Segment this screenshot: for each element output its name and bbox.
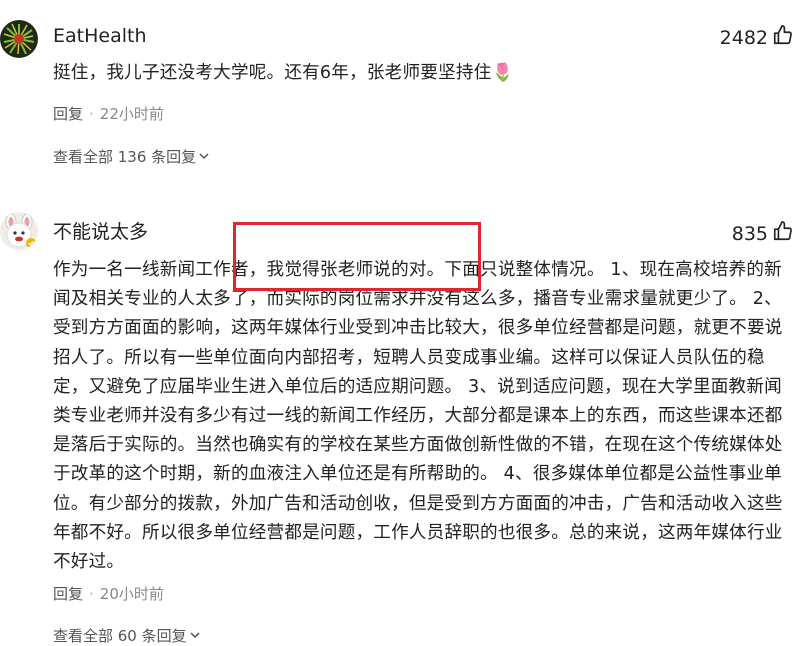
avatar[interactable] bbox=[0, 20, 38, 58]
like-count: 2482 bbox=[719, 27, 768, 49]
reply-button[interactable]: 回复 bbox=[53, 105, 83, 123]
thumbs-up-icon bbox=[772, 220, 794, 248]
like-button[interactable]: 835 bbox=[732, 220, 794, 248]
username[interactable]: EatHealth bbox=[53, 24, 147, 48]
separator-dot: · bbox=[89, 585, 94, 603]
chevron-down-icon bbox=[189, 626, 201, 646]
highlight-annotation-box bbox=[233, 222, 481, 291]
comment-text: 挺住，我儿子还没考大学呢。还有6年，张老师要坚持住🌷 bbox=[53, 63, 514, 83]
separator-dot: · bbox=[89, 105, 94, 123]
comment-meta: 回复 · 20小时前 bbox=[53, 584, 164, 604]
avatar[interactable] bbox=[0, 212, 38, 250]
comment-meta: 回复 · 22小时前 bbox=[53, 104, 164, 124]
username[interactable]: 不能说太多 bbox=[53, 220, 148, 244]
reply-button[interactable]: 回复 bbox=[53, 585, 83, 603]
timestamp: 22小时前 bbox=[99, 105, 164, 123]
view-all-label: 查看全部 60 条回复 bbox=[53, 627, 187, 645]
view-all-replies-link[interactable]: 查看全部 60 条回复 bbox=[53, 626, 201, 646]
comment-text: 作为一名一线新闻工作者，我觉得张老师说的对。下面只说整体情况。 1、现在高校培养… bbox=[53, 260, 783, 573]
thumbs-up-icon bbox=[772, 24, 794, 52]
timestamp: 20小时前 bbox=[99, 585, 164, 603]
like-count: 835 bbox=[731, 223, 768, 245]
like-button[interactable]: 2482 bbox=[720, 24, 794, 52]
view-all-replies-link[interactable]: 查看全部 136 条回复 bbox=[53, 147, 210, 167]
view-all-label: 查看全部 136 条回复 bbox=[53, 148, 197, 166]
chevron-down-icon bbox=[198, 147, 210, 167]
